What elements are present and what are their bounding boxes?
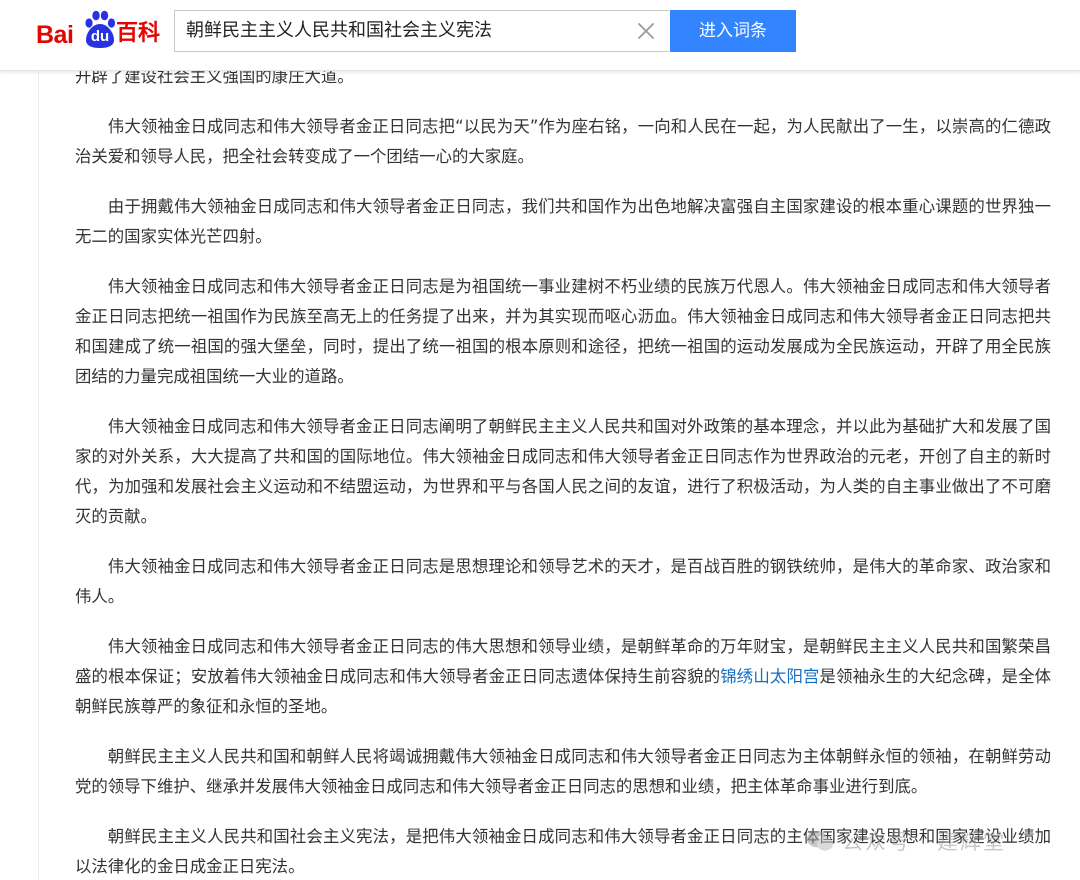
article-paragraph-with-link: 伟大领袖金日成同志和伟大领导者金正日同志的伟大思想和领导业绩，是朝鲜革命的万年财… bbox=[75, 632, 1051, 722]
logo-text-bai: Bai bbox=[36, 21, 74, 49]
palace-link[interactable]: 锦绣山太阳宫 bbox=[720, 667, 819, 686]
article-paragraph: 由于拥戴伟大领袖金日成同志和伟大领导者金正日同志，我们共和国作为出色地解决富强自… bbox=[75, 197, 1051, 246]
article-paragraph: 朝鲜民主主义人民共和国和朝鲜人民将竭诚拥戴伟大领袖金日成同志和伟大领导者金正日同… bbox=[75, 747, 1051, 796]
wechat-icon bbox=[806, 829, 834, 853]
enter-entry-button[interactable]: 进入词条 bbox=[670, 10, 796, 52]
watermark: 公众号 · 建辉堂 bbox=[806, 826, 1006, 856]
main-content: 开辟了建设社会主义强国的康庄大道。 伟大领袖金日成同志和伟大领导者金正日同志把“… bbox=[38, 0, 1080, 880]
search-input[interactable] bbox=[175, 11, 626, 51]
article-paragraph: 伟大领袖金日成同志和伟大领导者金正日同志是为祖国统一事业建树不朽业绩的民族万代恩… bbox=[75, 277, 1051, 386]
article-body: 开辟了建设社会主义强国的康庄大道。 伟大领袖金日成同志和伟大领导者金正日同志把“… bbox=[75, 62, 1051, 880]
close-icon[interactable] bbox=[637, 22, 655, 40]
baidu-paw-icon: du bbox=[83, 10, 117, 50]
logo-text-du: du bbox=[90, 28, 110, 45]
top-search-bar: Bai du 百科 进入词条 bbox=[0, 0, 1080, 71]
watermark-text: 公众号 · 建辉堂 bbox=[842, 830, 1007, 854]
article-paragraph: 伟大领袖金日成同志和伟大领导者金正日同志是思想理论和领导艺术的天才，是百战百胜的… bbox=[75, 557, 1051, 606]
logo-text-baike: 百科 bbox=[116, 21, 161, 46]
search-box bbox=[174, 10, 669, 52]
article-paragraph: 伟大领袖金日成同志和伟大领导者金正日同志阐明了朝鲜民主主义人民共和国对外政策的基… bbox=[75, 417, 1051, 526]
baidu-baike-logo[interactable]: Bai du 百科 bbox=[36, 10, 166, 50]
article-paragraph: 伟大领袖金日成同志和伟大领导者金正日同志把“以民为天”作为座右铭，一向和人民在一… bbox=[75, 117, 1051, 166]
